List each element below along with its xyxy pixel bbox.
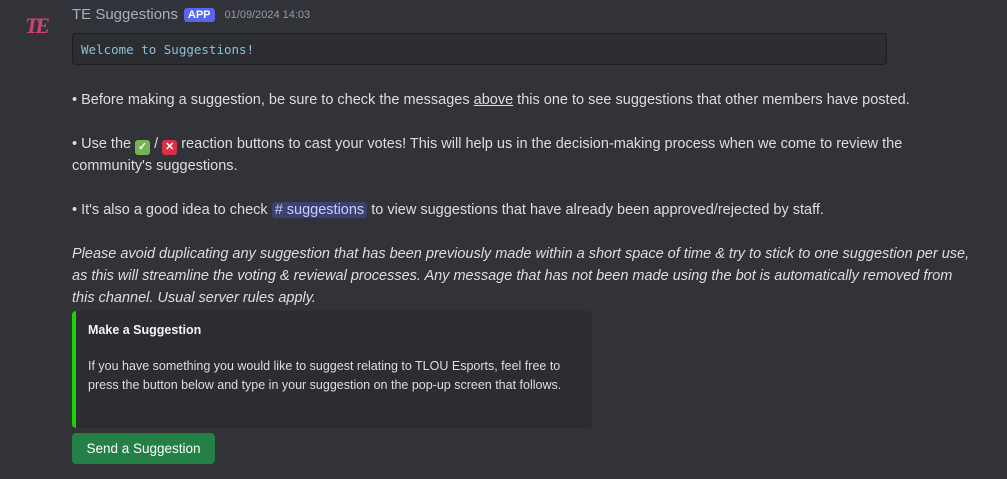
paragraph-rules: Please avoid duplicating any suggestion … [72,246,970,306]
above-link[interactable]: above [474,92,514,108]
code-block: Welcome to Suggestions! [72,33,887,65]
message-header: TE Suggestions APP 01/09/2024 14:03 [72,6,310,23]
p1-text-after: this one to see suggestions that other m… [513,92,910,108]
cross-mark-emoji-icon: ✕ [162,140,178,155]
paragraph-channel: • It's also a good idea to check # sugge… [72,199,972,221]
suggestion-embed: Make a Suggestion If you have something … [72,311,592,428]
author-name[interactable]: TE Suggestions [72,6,178,23]
p3-text-after: to view suggestions that have already be… [367,202,824,218]
embed-title: Make a Suggestion [88,323,202,337]
app-badge: APP [183,7,215,22]
p2-text-before: • Use the [72,136,136,152]
paragraph-reactions: • Use the ✓ / ✕ reaction buttons to cast… [72,133,972,177]
p2-text-after: reaction buttons to cast your votes! Thi… [72,136,903,174]
send-suggestion-button[interactable]: Send a Suggestion [72,433,215,464]
check-mark-emoji-icon: ✓ [135,140,151,155]
emoji-separator: / [150,136,163,152]
message-timestamp: 01/09/2024 14:03 [224,8,311,21]
code-block-text: Welcome to Suggestions! [81,42,255,57]
paragraph-check-messages: • Before making a suggestion, be sure to… [72,89,972,111]
p1-text-before: • Before making a suggestion, be sure to… [72,92,474,108]
p3-text-before: • It's also a good idea to check [72,202,272,218]
suggestions-channel-mention[interactable]: # suggestions [271,202,368,218]
bot-avatar[interactable]: TE [22,12,50,40]
embed-description: If you have something you would like to … [88,359,562,392]
